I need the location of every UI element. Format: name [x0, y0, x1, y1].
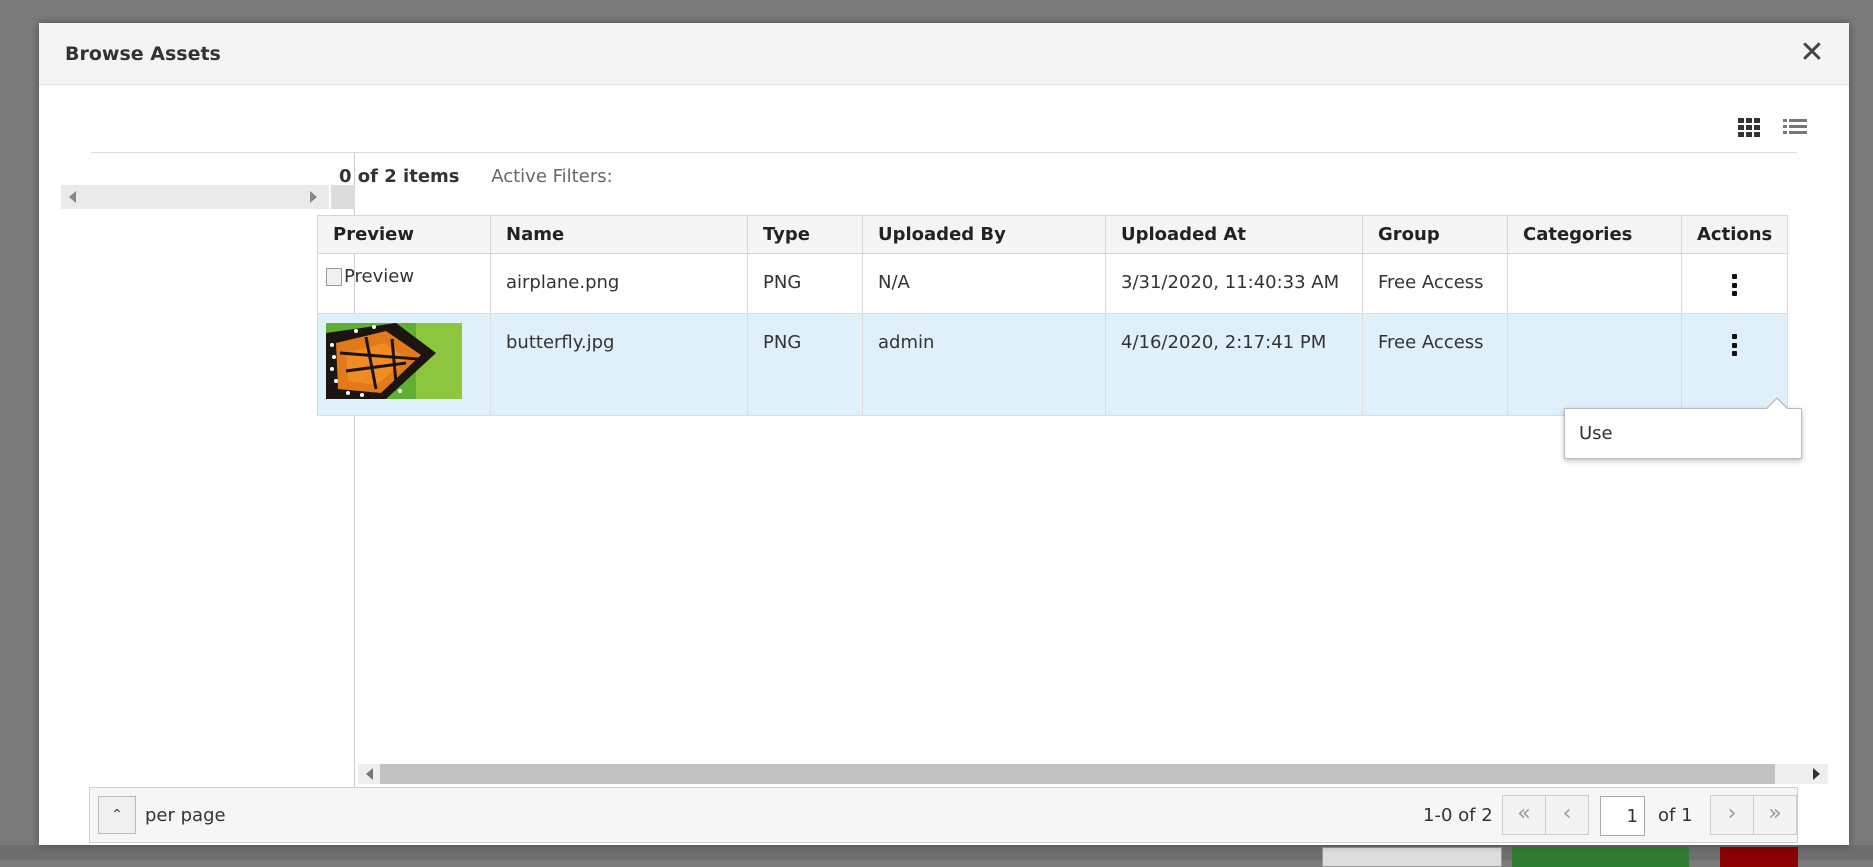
previous-page-button[interactable]: ‹ — [1545, 795, 1589, 835]
items-summary: 0 of 2 items Active Filters: — [339, 166, 613, 187]
kebab-menu-icon[interactable] — [1723, 272, 1747, 298]
modal-header: Browse Assets ✕ — [39, 23, 1849, 85]
group-cell: Free Access — [1362, 253, 1508, 314]
active-filters-label: Active Filters: — [491, 166, 613, 187]
assets-table-wrapper: Preview Name Type Uploaded By Uploaded A… — [317, 215, 1788, 416]
close-button[interactable]: ✕ — [1797, 38, 1827, 69]
background-red-button — [1720, 847, 1798, 867]
scroll-left-icon[interactable] — [69, 191, 76, 203]
next-page-button[interactable]: › — [1710, 795, 1754, 835]
per-page-toggle-button[interactable]: ⌃ — [98, 796, 136, 834]
categories-cell — [1507, 313, 1682, 416]
column-header-type[interactable]: Type — [747, 215, 863, 254]
page-range-text: 1-0 of 2 — [1423, 805, 1493, 826]
menu-item-use[interactable]: Use — [1565, 409, 1801, 458]
actions-cell — [1681, 253, 1788, 314]
background-green-button — [1512, 847, 1689, 867]
column-header-uploaded-by[interactable]: Uploaded By — [862, 215, 1106, 254]
pagination-bar: ⌃ per page 1-0 of 2 « ‹ of 1 › » — [89, 787, 1798, 843]
group-cell: Free Access — [1362, 313, 1508, 416]
column-header-preview[interactable]: Preview — [317, 215, 491, 254]
column-header-group[interactable]: Group — [1362, 215, 1508, 254]
kebab-menu-icon[interactable] — [1723, 332, 1747, 358]
list-view-icon[interactable] — [1781, 115, 1809, 139]
uploaded-by-cell: admin — [862, 313, 1106, 416]
scrollbar-thumb[interactable] — [380, 764, 1775, 784]
view-toggle — [1735, 115, 1809, 139]
items-count: 0 of 2 items — [339, 166, 460, 187]
scroll-left-icon[interactable] — [366, 768, 373, 780]
grid-view-icon[interactable] — [1735, 115, 1763, 139]
table-header-row: Preview Name Type Uploaded By Uploaded A… — [317, 215, 1788, 254]
butterfly-thumbnail — [326, 323, 462, 399]
table-row[interactable]: Preview airplane.png PNG N/A 3/31/2020, … — [317, 253, 1788, 314]
tree-horizontal-scrollbar[interactable] — [61, 185, 329, 209]
preview-alt-text: Preview — [344, 266, 415, 287]
category-tree-pane — [39, 153, 355, 793]
uploaded-at-cell: 4/16/2020, 2:17:41 PM — [1105, 313, 1363, 416]
page-number-input[interactable] — [1600, 796, 1645, 836]
preview-cell: Preview — [317, 253, 491, 314]
per-page-label: per page — [145, 805, 226, 826]
last-page-button[interactable]: » — [1753, 795, 1797, 835]
preview-cell — [317, 313, 491, 416]
categories-cell — [1507, 253, 1682, 314]
column-header-name[interactable]: Name — [490, 215, 748, 254]
modal-title: Browse Assets — [65, 43, 221, 65]
scroll-right-icon[interactable] — [1813, 768, 1820, 780]
column-header-uploaded-at[interactable]: Uploaded At — [1105, 215, 1363, 254]
table-row-selected[interactable]: butterfly.jpg PNG admin 4/16/2020, 2:17:… — [317, 313, 1788, 416]
broken-image-icon — [326, 267, 342, 286]
column-header-categories[interactable]: Categories — [1507, 215, 1682, 254]
scroll-right-icon[interactable] — [310, 191, 317, 203]
name-cell: butterfly.jpg — [490, 313, 748, 416]
actions-dropdown-menu: Use — [1564, 397, 1802, 459]
table-horizontal-scrollbar[interactable] — [358, 764, 1828, 784]
scrollbar-corner — [331, 185, 355, 209]
column-header-actions: Actions — [1681, 215, 1788, 254]
first-page-button[interactable]: « — [1502, 795, 1546, 835]
assets-table: Preview Name Type Uploaded By Uploaded A… — [317, 215, 1788, 416]
uploaded-by-cell: N/A — [862, 253, 1106, 314]
total-pages-text: of 1 — [1658, 805, 1693, 826]
type-cell: PNG — [747, 253, 863, 314]
name-cell: airplane.png — [490, 253, 748, 314]
type-cell: PNG — [747, 313, 863, 416]
broken-preview-image: Preview — [326, 266, 482, 287]
uploaded-at-cell: 3/31/2020, 11:40:33 AM — [1105, 253, 1363, 314]
background-select — [1322, 847, 1502, 867]
